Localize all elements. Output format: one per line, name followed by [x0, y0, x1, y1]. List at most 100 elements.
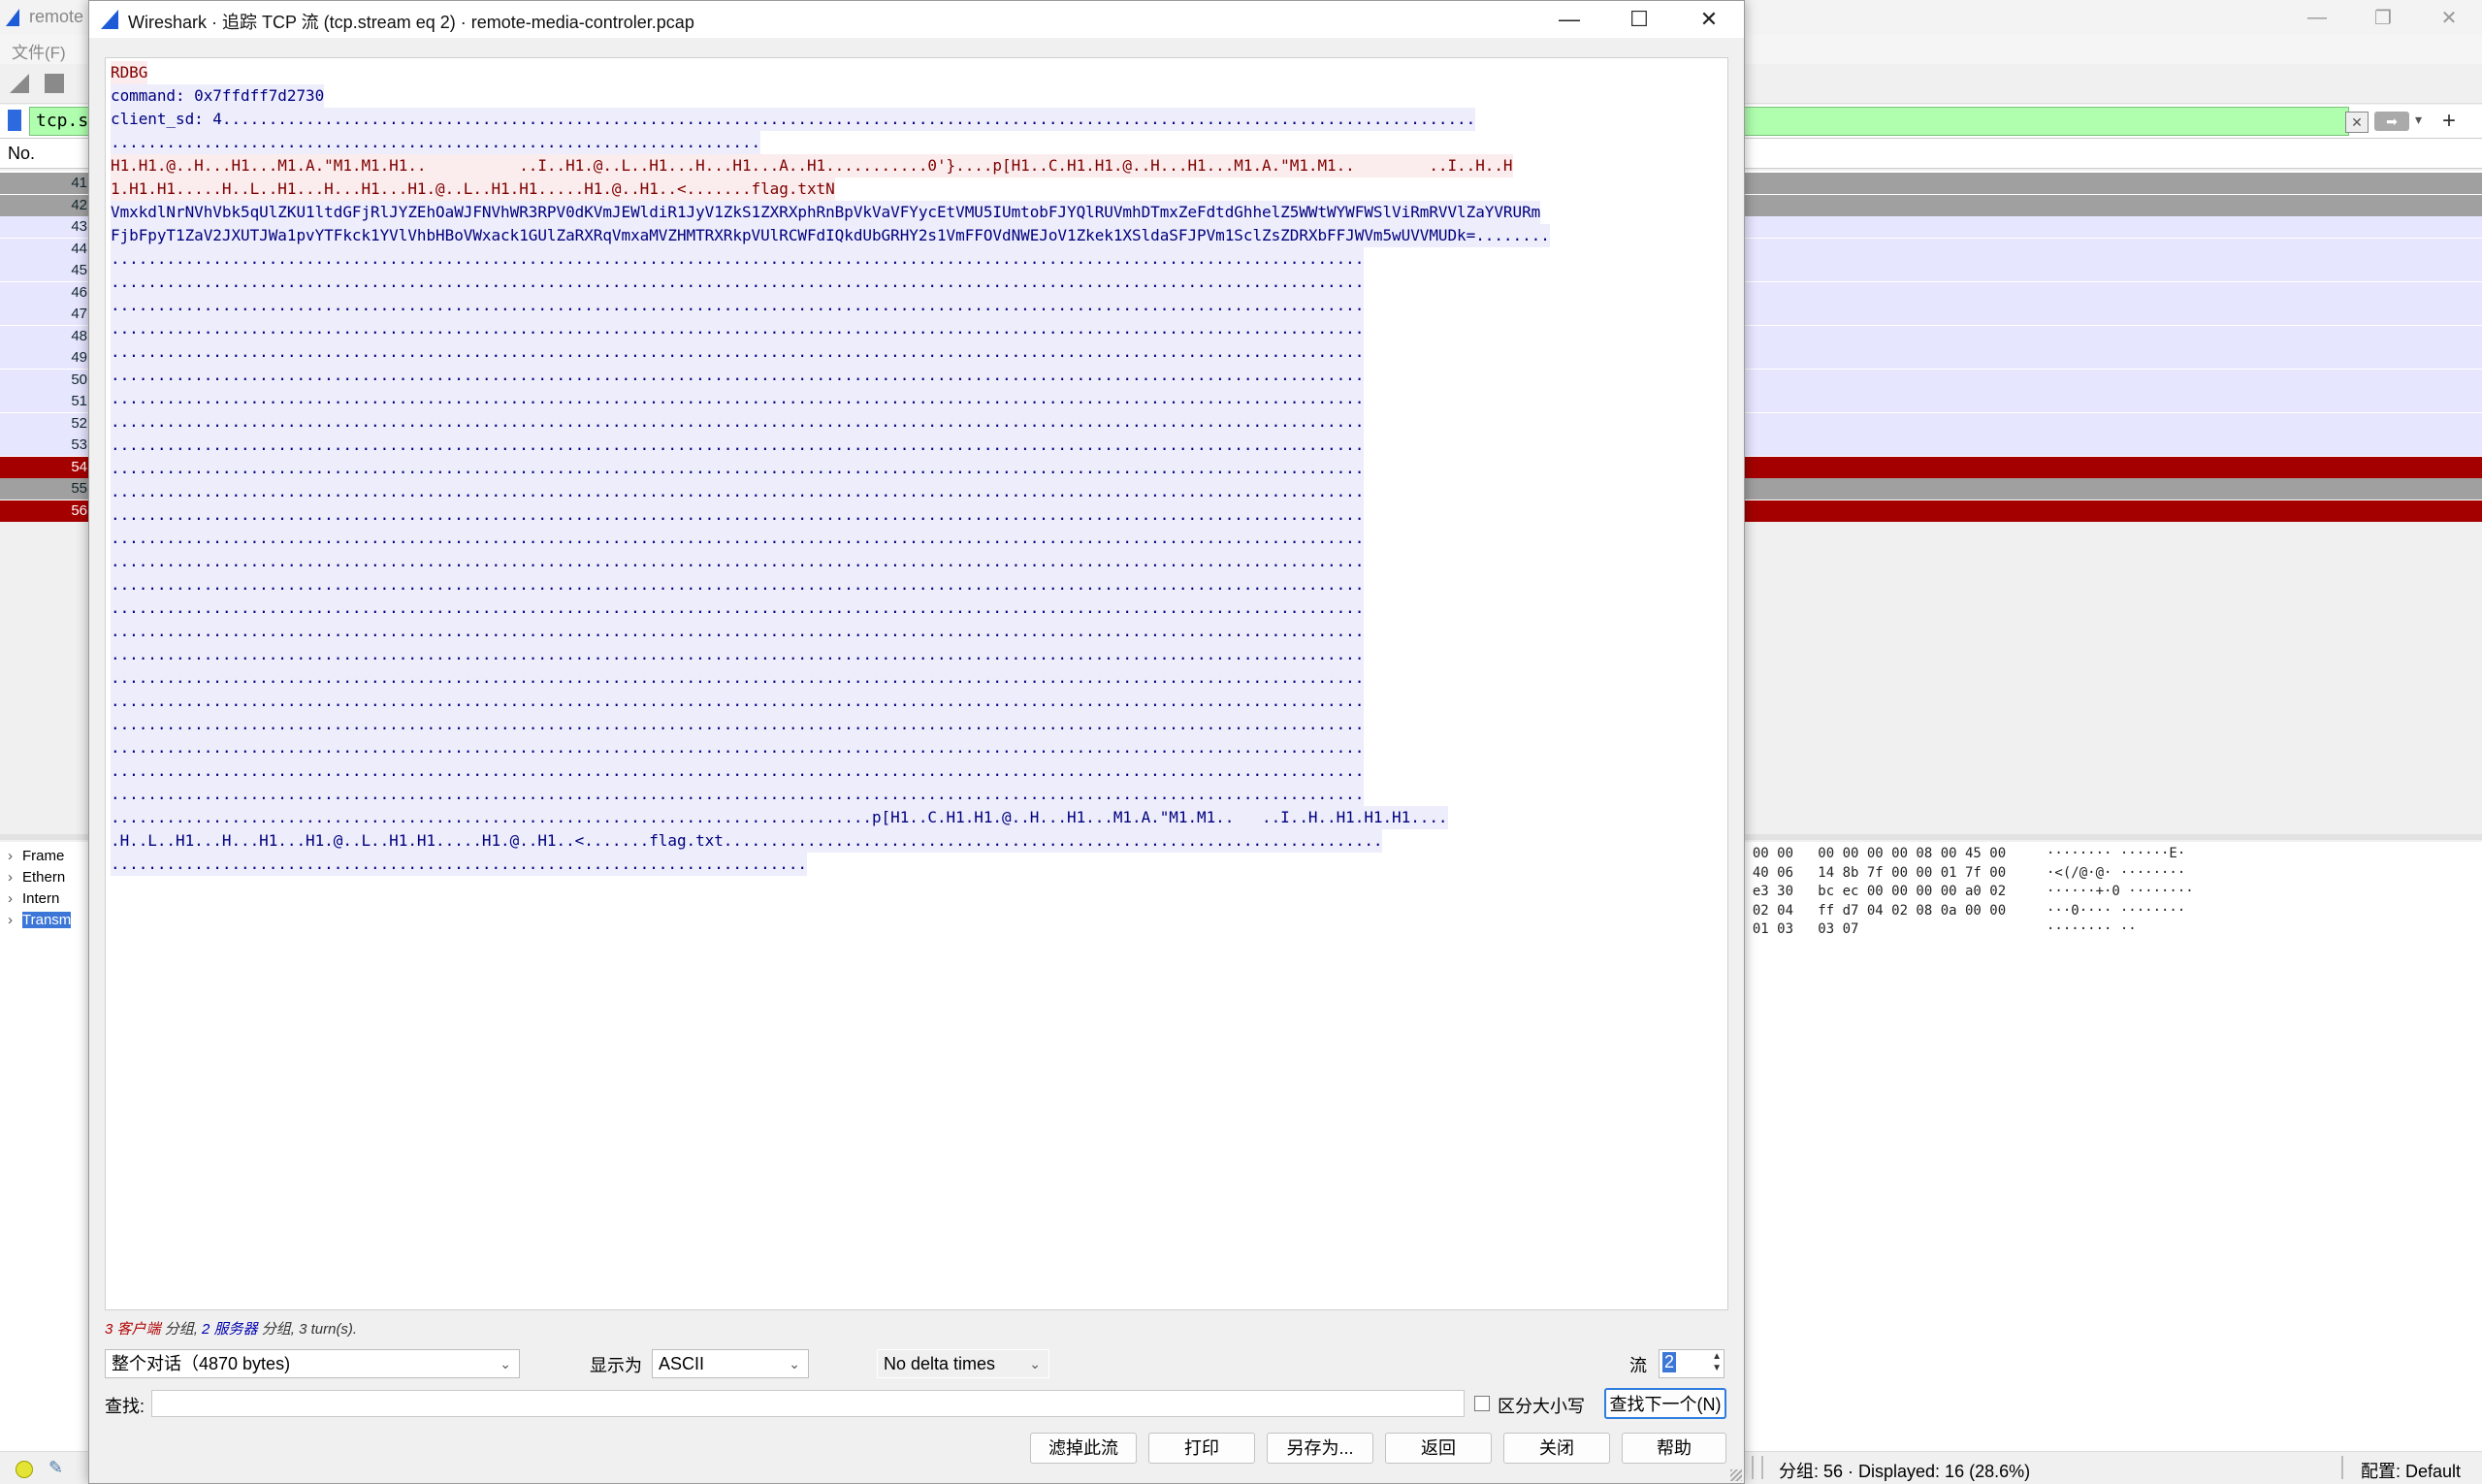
server-stream-line: ........................................… [111, 340, 1364, 364]
server-stream-line: ........................................… [111, 736, 1364, 759]
stop-capture-icon[interactable] [45, 74, 64, 93]
expert-info-led-icon[interactable] [16, 1461, 33, 1478]
minimize-icon[interactable]: — [1534, 1, 1604, 38]
server-stream-line: ........................................… [111, 457, 1364, 480]
show-as-label: 显示为 [590, 1356, 642, 1375]
filter-history-dropdown-icon[interactable]: ▾ [2415, 112, 2422, 128]
chevron-down-icon: ⌄ [1029, 1356, 1041, 1371]
chevron-down-icon: ⌄ [789, 1356, 800, 1371]
dialog-window-controls: — ☐ ✕ [1534, 1, 1744, 38]
packet-number: 49 [71, 349, 87, 366]
detail-tree-item[interactable]: › Ethern [8, 867, 65, 888]
maximize-icon[interactable]: ☐ [1604, 1, 1674, 38]
packet-number: 43 [71, 218, 87, 235]
resize-grip-icon[interactable] [1730, 1469, 1742, 1481]
packet-number: 45 [71, 262, 87, 278]
server-stream-line: ........................................… [111, 713, 1364, 736]
chevron-down-icon: ⌄ [500, 1356, 511, 1371]
hex-dump-line: 0 40 06 14 8b 7f 00 00 01 7f 00 [1736, 864, 2007, 881]
restore-icon[interactable]: ❐ [2350, 0, 2416, 35]
hex-dump-line: 0 00 00 00 00 00 00 08 00 45 00 [1736, 846, 2007, 861]
ascii-dump-line: ···0···· ········ [2047, 902, 2186, 919]
stream-number-spinbox[interactable]: 2 ▲ ▼ [1659, 1349, 1725, 1378]
server-stream-line: command: 0x7ffdff7d2730 [111, 84, 324, 108]
detail-tree-item[interactable]: › Frame [8, 846, 64, 867]
close-icon[interactable]: ✕ [1674, 1, 1744, 38]
server-stream-line: ........................................… [111, 364, 1364, 387]
server-stream-line: ........................................… [111, 690, 1364, 713]
expand-arrow-icon[interactable]: › [8, 890, 13, 907]
packet-number: 54 [71, 458, 87, 475]
save-as-button[interactable]: 另存为... [1267, 1433, 1373, 1464]
show-as-select[interactable]: ASCII ⌄ [652, 1349, 809, 1378]
bookmark-icon[interactable] [8, 110, 21, 131]
detail-tree-label: Intern [22, 890, 60, 907]
start-capture-icon[interactable] [10, 74, 29, 93]
clear-filter-icon[interactable]: ✕ [2345, 112, 2369, 133]
server-stream-line: ........................................… [111, 317, 1364, 340]
find-next-button[interactable]: 查找下一个(N) [1604, 1388, 1726, 1419]
status-separator [1761, 1456, 1763, 1479]
packet-number: 44 [71, 240, 87, 257]
delta-times-select[interactable]: No delta times ⌄ [877, 1349, 1049, 1378]
menu-file[interactable]: 文件(F) [12, 39, 66, 63]
follow-tcp-stream-dialog: Wireshark · 追踪 TCP 流 (tcp.stream eq 2) ·… [88, 0, 1745, 1484]
expand-arrow-icon[interactable]: › [8, 912, 13, 928]
server-stream-line: ........................................… [111, 643, 1364, 666]
find-input[interactable] [151, 1390, 1465, 1417]
summary-tail: 分组, 3 turn(s). [257, 1321, 358, 1338]
packet-number: 56 [71, 501, 87, 519]
spin-arrows-icon[interactable]: ▲ ▼ [1712, 1351, 1722, 1374]
minimize-icon[interactable]: — [2284, 0, 2350, 35]
help-button[interactable]: 帮助 [1622, 1433, 1726, 1464]
packet-number: 46 [71, 283, 87, 301]
server-stream-line: ........................................… [111, 759, 1364, 783]
wireshark-fin-icon [101, 10, 118, 29]
dialog-titlebar: Wireshark · 追踪 TCP 流 (tcp.stream eq 2) ·… [89, 1, 1744, 38]
close-button[interactable]: 关闭 [1503, 1433, 1610, 1464]
conversation-select-value: 整个对话（4870 bytes) [112, 1354, 291, 1373]
server-stream-line: ........................................… [111, 247, 1364, 271]
ascii-dump-line: ·<(/@·@· ········ [2047, 864, 2186, 881]
detail-tree-item[interactable]: › Transm [8, 910, 72, 931]
main-window-controls: — ❐ ✕ [2284, 0, 2482, 35]
capture-comment-icon[interactable]: ✎ [48, 1458, 63, 1478]
server-stream-line: ........................................… [111, 434, 1364, 457]
close-icon[interactable]: ✕ [2416, 0, 2482, 35]
case-sensitive-checkbox[interactable] [1474, 1396, 1490, 1411]
ascii-dump-line: ········ ·· [2047, 921, 2137, 937]
print-button[interactable]: 打印 [1148, 1433, 1255, 1464]
filter-out-stream-button[interactable]: 滤掉此流 [1030, 1433, 1137, 1464]
server-stream-line: ........................................… [111, 783, 1364, 806]
server-stream-line: ........................................… [111, 853, 807, 876]
back-button[interactable]: 返回 [1385, 1433, 1492, 1464]
packet-number: 48 [71, 327, 87, 344]
hex-dump-line: 0 01 03 03 07 [1736, 921, 1859, 937]
find-label: 查找: [105, 1397, 145, 1416]
summary-client-word: 客户端 [116, 1321, 161, 1338]
column-header-no[interactable]: No. [8, 144, 35, 164]
stream-number-value: 2 [1662, 1352, 1677, 1372]
delta-times-value: No delta times [884, 1354, 996, 1373]
server-stream-line: ........................................… [111, 620, 1364, 643]
server-stream-line: ........................................… [111, 550, 1364, 573]
server-stream-line: ........................................… [111, 387, 1364, 410]
status-profile[interactable]: 配置: Default [2361, 1458, 2461, 1483]
summary-client-count: 3 [105, 1321, 113, 1338]
status-separator [1752, 1456, 1754, 1479]
server-stream-line: ........................................… [111, 410, 1364, 434]
server-stream-line: ........................................… [111, 666, 1364, 690]
summary-server-count: 2 [202, 1321, 210, 1338]
packet-number: 41 [71, 175, 87, 191]
add-filter-button-icon[interactable]: + [2442, 108, 2456, 135]
detail-tree-item[interactable]: › Intern [8, 888, 59, 910]
conversation-select[interactable]: 整个对话（4870 bytes) ⌄ [105, 1349, 520, 1378]
wireshark-fin-icon [6, 9, 19, 26]
expand-arrow-icon[interactable]: › [8, 848, 13, 864]
stream-content-pane[interactable]: RDBG command: 0x7ffdff7d2730 client_sd: 4.… [105, 57, 1728, 1310]
main-window-title: remote [29, 7, 84, 26]
server-stream-line: VmxkdlNrNVhVbk5qUlZKU1ltdGFjRlJYZEhOaWJF… [111, 201, 1540, 224]
server-stream-line: ........................................… [111, 480, 1364, 503]
expand-arrow-icon[interactable]: › [8, 869, 13, 886]
apply-filter-icon[interactable]: ➡ [2374, 112, 2409, 131]
